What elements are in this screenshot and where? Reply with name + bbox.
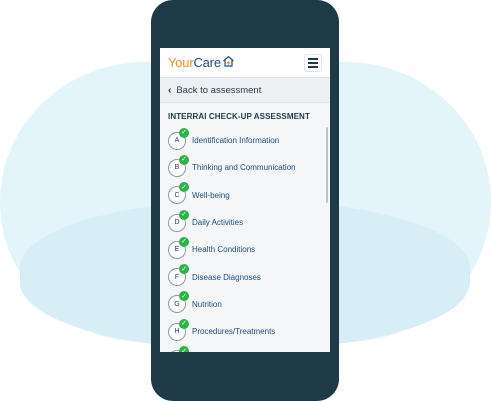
section-label: Identification Information — [192, 136, 280, 146]
hamburger-line — [308, 65, 318, 68]
section-label: Procedures/Treatments — [192, 327, 276, 337]
section-letter: C — [174, 191, 180, 199]
back-label: Back to assessment — [176, 84, 262, 96]
check-icon: ✓ — [179, 318, 189, 329]
check-icon: ✓ — [179, 236, 189, 247]
section-label: Daily Activities — [192, 218, 244, 228]
house-plus-icon — [222, 55, 235, 70]
section-item-f[interactable]: F ✓ Disease Diagnoses — [168, 263, 330, 290]
logo-text-care: Care — [193, 55, 221, 70]
section-label: Thinking and Communication — [192, 163, 296, 173]
section-label: Well-being — [192, 190, 230, 200]
section-letter-badge: G ✓ — [168, 291, 189, 314]
back-to-assessment-link[interactable]: ‹ Back to assessment — [160, 78, 330, 103]
section-letter-badge: C ✓ — [168, 182, 189, 205]
section-item-g[interactable]: G ✓ Nutrition — [168, 291, 330, 318]
section-letter-badge: B ✓ — [168, 154, 189, 177]
assessment-section-list: A ✓ Identification Information B ✓ Think… — [160, 127, 330, 352]
section-label: Nutrition — [192, 299, 222, 309]
hamburger-menu-button[interactable] — [304, 53, 322, 72]
section-letter-badge: H ✓ — [168, 318, 189, 341]
section-letter: A — [174, 137, 180, 145]
section-letter: F — [174, 273, 180, 281]
hamburger-icon — [308, 57, 318, 60]
phone-screen: Your Care ‹ Back to assessment INTERRAI C… — [160, 48, 330, 352]
check-icon: ✓ — [179, 346, 189, 352]
check-icon: ✓ — [179, 127, 189, 138]
hamburger-line — [308, 61, 318, 64]
section-letter: D — [174, 219, 180, 227]
check-icon: ✓ — [179, 209, 189, 220]
logo-text-your: Your — [168, 55, 194, 70]
section-item-next-partial[interactable]: ✓ — [168, 345, 330, 352]
section-item-c[interactable]: C ✓ Well-being — [168, 182, 330, 209]
section-item-d[interactable]: D ✓ Daily Activities — [168, 209, 330, 236]
section-letter-badge: D ✓ — [168, 209, 189, 232]
yourcare-logo[interactable]: Your Care — [168, 55, 235, 70]
section-letter-badge: F ✓ — [168, 264, 189, 287]
check-icon: ✓ — [179, 154, 189, 165]
section-label: Health Conditions — [192, 245, 256, 255]
check-icon: ✓ — [179, 182, 189, 193]
section-letter: H — [174, 328, 180, 336]
section-letter: B — [174, 164, 180, 172]
assessment-title: INTERRAI CHECK-UP ASSESSMENT — [168, 112, 310, 121]
section-letter: E — [174, 246, 180, 254]
section-letter-badge: E ✓ — [168, 236, 189, 259]
section-letter-badge: ✓ — [168, 346, 189, 352]
section-letter-badge: A ✓ — [168, 127, 189, 150]
app-header: Your Care — [160, 48, 330, 78]
check-icon: ✓ — [179, 264, 189, 275]
check-icon: ✓ — [179, 291, 189, 302]
section-item-h[interactable]: H ✓ Procedures/Treatments — [168, 318, 330, 345]
section-item-a[interactable]: A ✓ Identification Information — [168, 127, 330, 154]
section-item-b[interactable]: B ✓ Thinking and Communication — [168, 154, 330, 181]
section-label: Disease Diagnoses — [192, 272, 261, 282]
chevron-left-icon: ‹ — [168, 84, 172, 96]
scrollbar-thumb[interactable] — [326, 127, 328, 203]
section-item-e[interactable]: E ✓ Health Conditions — [168, 236, 330, 263]
section-letter: G — [174, 300, 180, 308]
